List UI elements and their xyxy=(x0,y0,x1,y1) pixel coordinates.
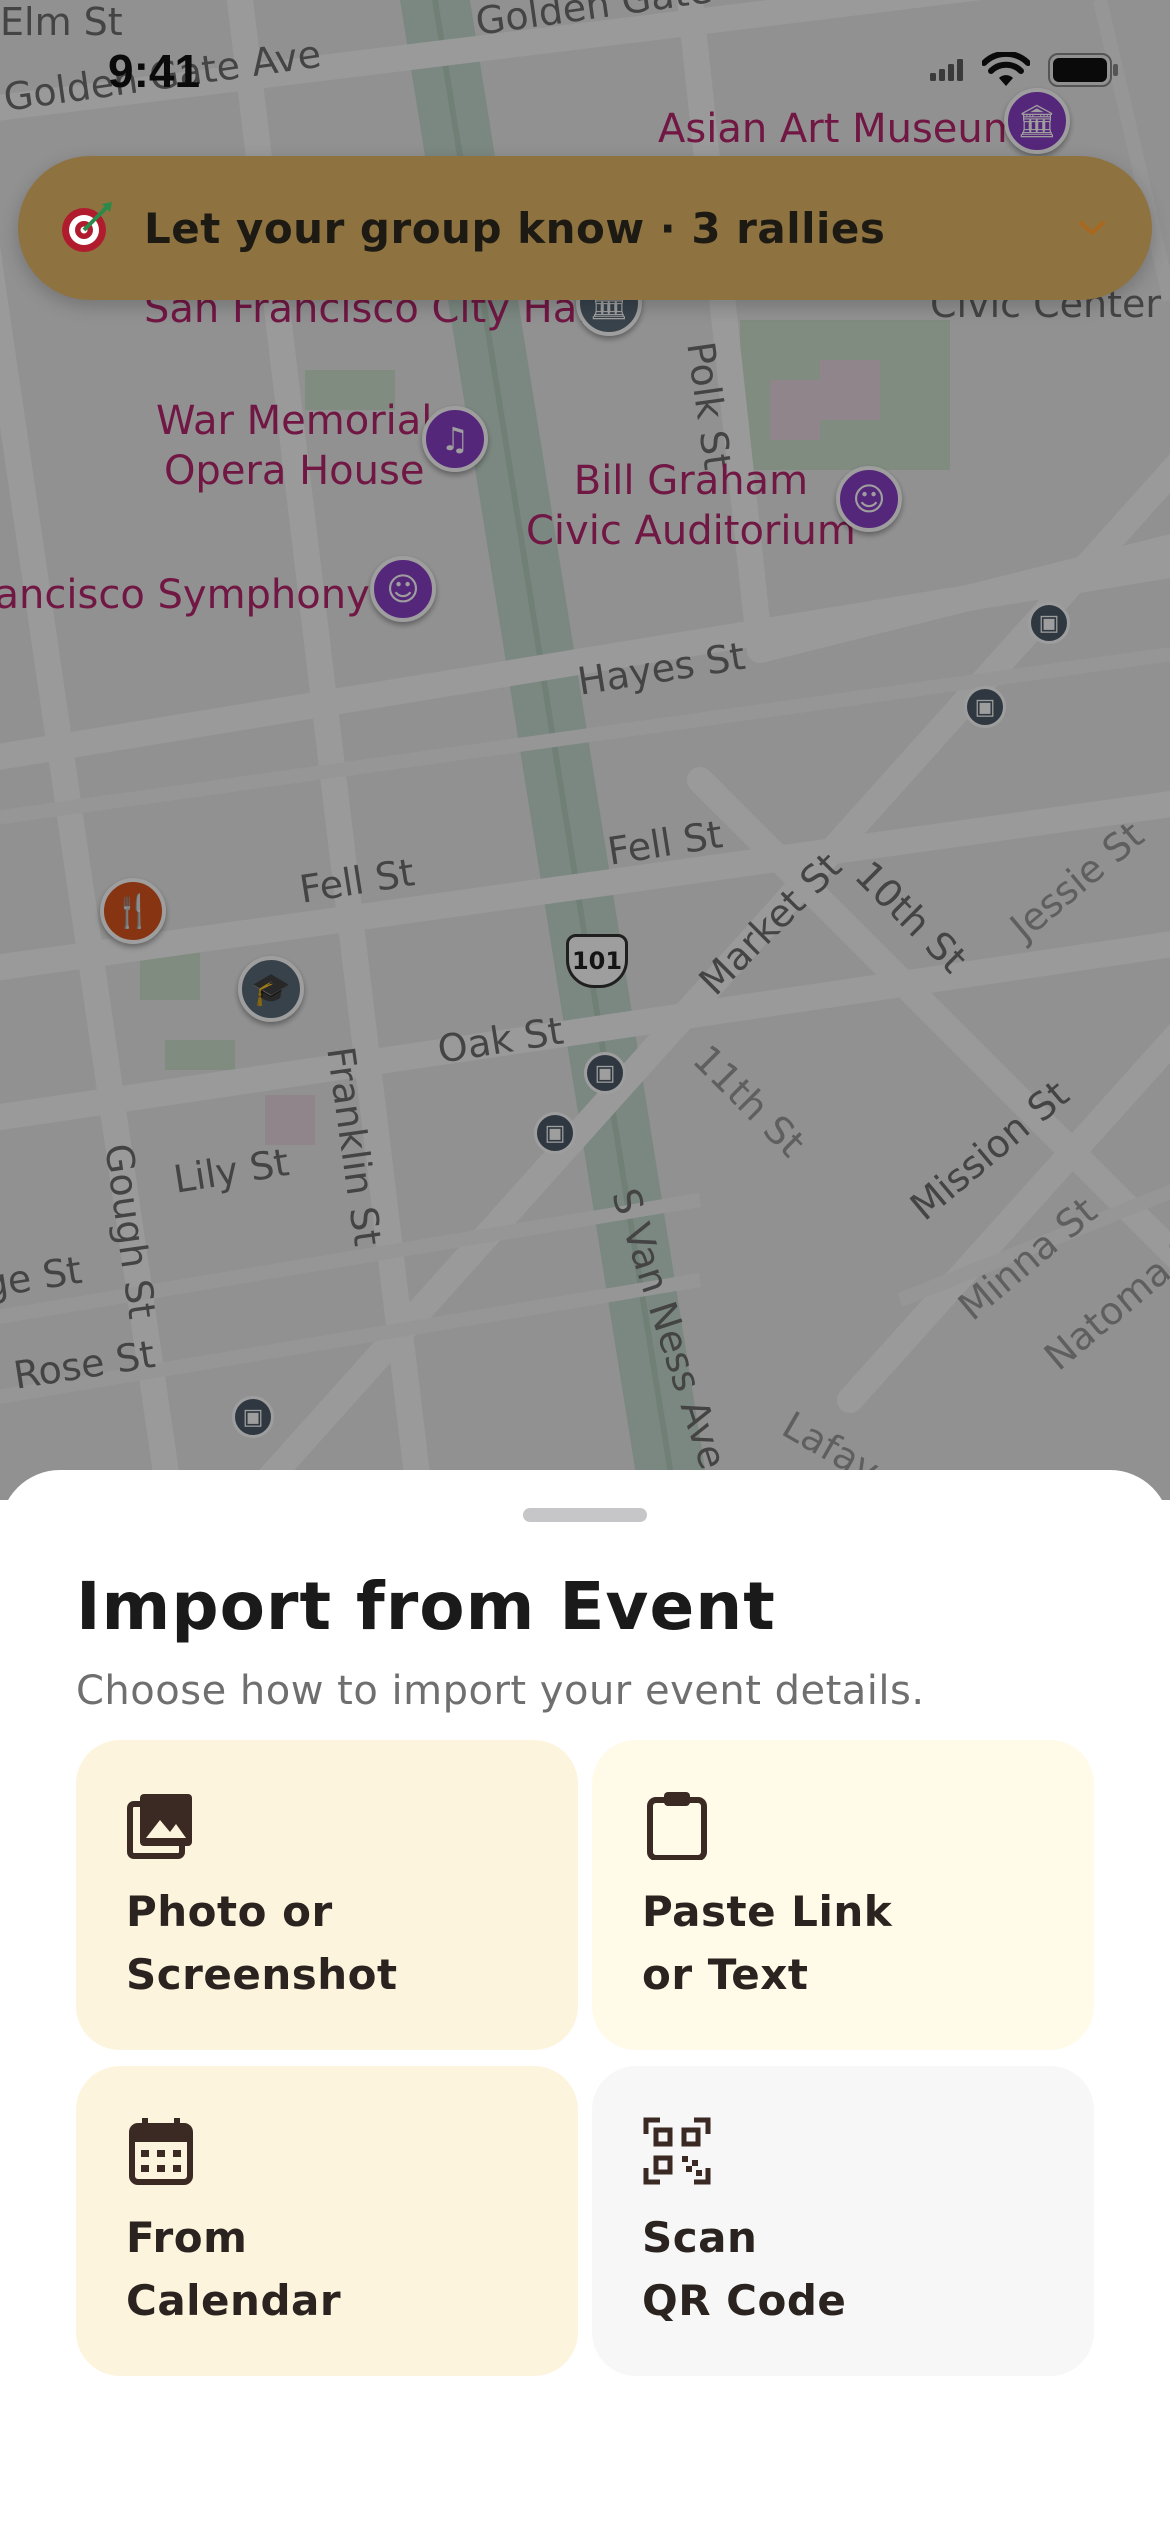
chevron-down-icon[interactable] xyxy=(1072,208,1112,248)
photo-icon xyxy=(126,1790,196,1860)
from-calendar-button[interactable]: From Calendar xyxy=(76,2066,578,2376)
cellular-signal-icon xyxy=(930,59,963,81)
status-bar: 9:41 xyxy=(0,0,1170,140)
status-time: 9:41 xyxy=(108,45,201,97)
sheet-title: Import from Event xyxy=(76,1568,776,1645)
battery-icon xyxy=(1048,53,1118,87)
sheet-subtitle: Choose how to import your event details. xyxy=(76,1668,925,1714)
scan-qr-code-button[interactable]: Scan QR Code xyxy=(592,2066,1094,2376)
wifi-icon xyxy=(982,52,1030,86)
clipboard-icon xyxy=(642,1790,712,1861)
option-label: From Calendar xyxy=(126,2213,342,2325)
photo-or-screenshot-button[interactable]: Photo or Screenshot xyxy=(76,1740,578,2050)
status-icons xyxy=(930,52,1120,88)
option-label: Scan QR Code xyxy=(642,2213,847,2325)
option-label: Paste Link or Text xyxy=(642,1887,893,1999)
option-label: Photo or Screenshot xyxy=(126,1887,398,1999)
group-rally-banner[interactable]: Let your group know · 3 rallies xyxy=(18,156,1152,300)
import-bottom-sheet: Import from Event Choose how to import y… xyxy=(0,1470,1170,2532)
qr-code-icon xyxy=(642,2116,712,2186)
calendar-icon xyxy=(126,2116,196,2186)
paste-link-or-text-button[interactable]: Paste Link or Text xyxy=(592,1740,1094,2050)
sheet-grabber[interactable] xyxy=(523,1508,647,1522)
target-icon xyxy=(58,200,114,256)
banner-text: Let your group know · 3 rallies xyxy=(144,203,886,253)
